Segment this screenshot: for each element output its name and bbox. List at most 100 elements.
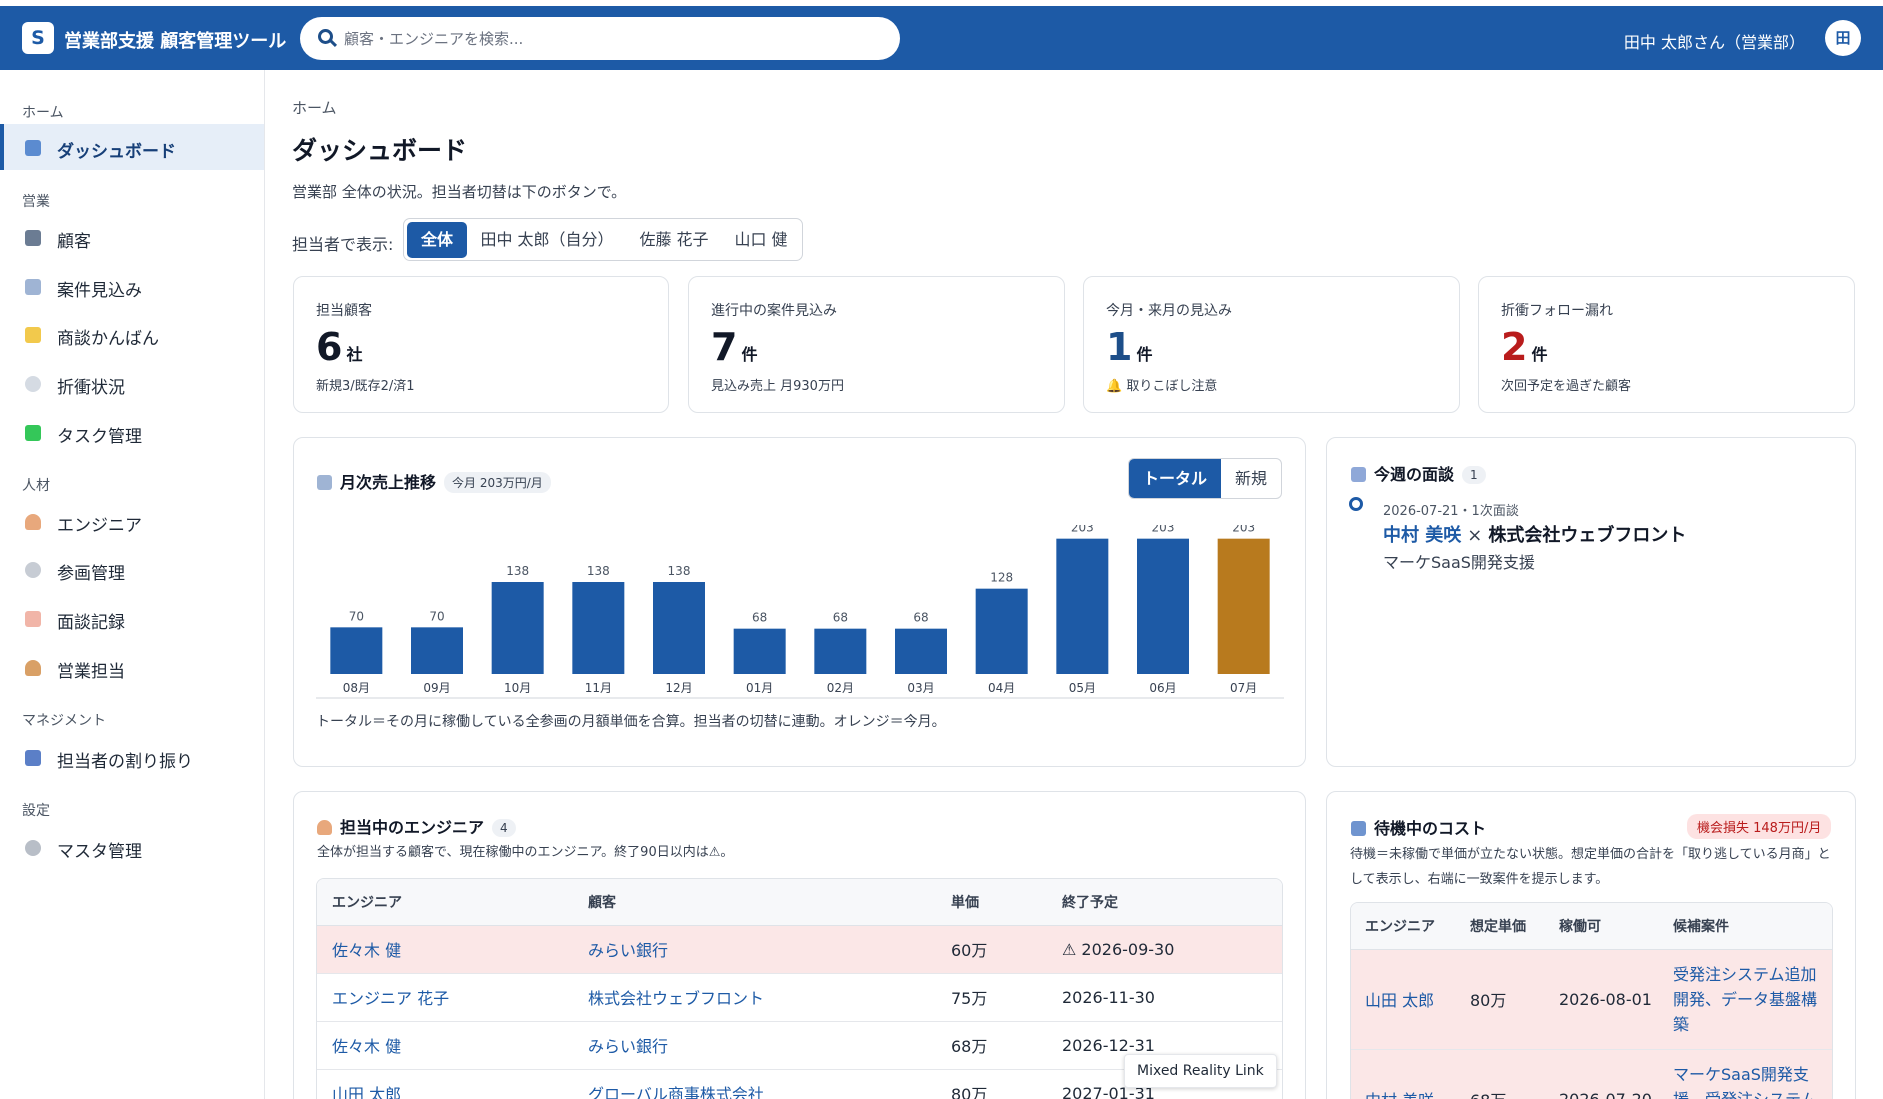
engineer-link[interactable]: 佐々木 健 xyxy=(317,925,573,974)
tooltip: Mixed Reality Link xyxy=(1124,1054,1277,1088)
sidebar-item-dashboard[interactable]: ダッシュボード xyxy=(0,124,264,170)
column-header[interactable]: 単価 xyxy=(936,879,1047,926)
expected-price-cell: 80万 xyxy=(1456,949,1545,1050)
rep-filter-yamaguchi[interactable]: 山口 健 xyxy=(724,222,798,258)
meeting-count-badge: 1 xyxy=(1462,466,1486,484)
column-header[interactable]: エンジニア xyxy=(317,879,573,926)
sidebar-item-negotiations[interactable]: 折衝状況 xyxy=(0,360,264,406)
sidebar-item-engineers[interactable]: エンジニア xyxy=(0,498,264,544)
sidebar-item-rep-allocation[interactable]: 担当者の割り振り xyxy=(0,734,264,780)
engineer-link[interactable]: 中村 美咲 xyxy=(1351,1049,1456,1099)
chart-bar[interactable] xyxy=(653,582,705,674)
sidebar-item-label: 顧客 xyxy=(57,232,91,252)
sidebar-section-sales: 営業 xyxy=(22,194,50,210)
meeting-title[interactable]: 中村 美咲 × 株式会社ウェブフロント xyxy=(1383,521,1686,547)
sidebar-item-tasks[interactable]: タスク管理 xyxy=(0,409,264,455)
sidebar-item-label: 担当者の割り振り xyxy=(57,752,193,772)
sidebar-item-master-data[interactable]: マスタ管理 xyxy=(0,824,264,870)
kpi-sub: 🔔 取りこぼし注意 xyxy=(1106,379,1218,394)
sidebar-item-assignments[interactable]: 参画管理 xyxy=(0,546,264,592)
rep-filter: 全体 田中 太郎（自分） 佐藤 花子 山口 健 xyxy=(403,218,803,261)
chart-x-tick-label: 03月 xyxy=(907,681,934,695)
chart-bar[interactable] xyxy=(572,582,625,674)
kpi-card-this-next-month[interactable]: 今月・来月の見込み 1件 🔔 取りこぼし注意 xyxy=(1083,276,1460,413)
column-header[interactable]: 終了予定 xyxy=(1047,879,1282,926)
sidebar-item-sales-reps[interactable]: 営業担当 xyxy=(0,644,264,690)
client-link[interactable]: みらい銀行 xyxy=(573,1021,936,1070)
table-row[interactable]: 山田 太郎 80万 2026-08-01 受発注システム追加開発、データ基盤構築 xyxy=(1351,949,1832,1050)
candidate-projects-link[interactable]: 受発注システム追加開発、データ基盤構築 xyxy=(1659,949,1832,1050)
engineer-count-badge: 4 xyxy=(492,819,516,837)
monthly-sales-title: 月次売上推移 今月 203万円/月 xyxy=(317,469,551,493)
weekly-meetings-title: 今週の面談 1 xyxy=(1351,461,1486,485)
chart-bar[interactable] xyxy=(1137,538,1189,674)
chart-bar[interactable] xyxy=(330,627,383,674)
column-header[interactable]: 候補案件 xyxy=(1659,903,1832,950)
sidebar-item-interview-records[interactable]: 面談記録 xyxy=(0,595,264,641)
candidate-projects-link[interactable]: マーケSaaS開発支援、受発注システム追加開発 xyxy=(1659,1049,1832,1099)
gear-icon xyxy=(25,840,41,856)
chart-x-tick-label: 04月 xyxy=(988,681,1015,695)
app-logo[interactable]: S xyxy=(22,22,54,54)
sidebar-section-people: 人材 xyxy=(22,478,50,494)
speech-bubble-icon xyxy=(25,376,41,392)
kpi-value: 2件 xyxy=(1501,325,1548,369)
engineer-link[interactable]: 佐々木 健 xyxy=(317,1021,573,1070)
meeting-company[interactable]: 株式会社ウェブフロント xyxy=(1488,525,1686,546)
person-icon xyxy=(25,514,41,530)
table-row[interactable]: 中村 美咲 68万 2026-07-20 マーケSaaS開発支援、受発注システム… xyxy=(1351,1049,1832,1099)
sidebar-section-settings: 設定 xyxy=(22,803,50,819)
chart-bar[interactable] xyxy=(895,628,947,674)
engineer-link[interactable]: エンジニア 花子 xyxy=(317,973,573,1022)
current-user-name[interactable]: 田中 太郎さん（営業部） xyxy=(1624,29,1805,53)
chart-data-label: 203 xyxy=(1232,525,1255,535)
app-title[interactable]: 営業部支援 顧客管理ツール xyxy=(64,27,286,53)
toggle-total[interactable]: トータル xyxy=(1129,459,1221,498)
column-header[interactable]: 顧客 xyxy=(573,879,936,926)
client-link[interactable]: 株式会社ウェブフロント xyxy=(573,973,936,1022)
user-avatar[interactable]: 田 xyxy=(1825,20,1861,56)
engineer-link[interactable]: 山田 太郎 xyxy=(317,1069,573,1099)
chart-x-tick-label: 09月 xyxy=(423,681,450,695)
breadcrumb[interactable]: ホーム xyxy=(292,97,337,118)
sidebar-item-label: エンジニア xyxy=(57,516,142,536)
chart-data-label: 203 xyxy=(1071,525,1094,535)
chart-bar[interactable] xyxy=(491,582,544,674)
kpi-sub: 新規3/既存2/済1 xyxy=(316,379,415,394)
rep-filter-sato[interactable]: 佐藤 花子 xyxy=(630,222,718,258)
column-header[interactable]: エンジニア xyxy=(1351,903,1456,950)
chart-bar[interactable] xyxy=(1056,538,1109,674)
sidebar-item-label: マスタ管理 xyxy=(57,842,142,862)
rep-filter-tanaka[interactable]: 田中 太郎（自分） xyxy=(472,222,622,258)
search-icon xyxy=(318,29,333,44)
kpi-card-prospects[interactable]: 進行中の案件見込み 7件 見込み売上 月930万円 xyxy=(688,276,1065,413)
global-search[interactable] xyxy=(300,17,900,60)
column-header[interactable]: 稼働可 xyxy=(1545,903,1659,950)
meeting-engineer[interactable]: 中村 美咲 xyxy=(1383,525,1461,546)
chart-bar[interactable] xyxy=(411,627,463,674)
engineer-link[interactable]: 山田 太郎 xyxy=(1351,949,1456,1050)
sidebar-item-label: 営業担当 xyxy=(57,662,125,682)
sidebar-item-customers[interactable]: 顧客 xyxy=(0,214,264,260)
toggle-new[interactable]: 新規 xyxy=(1221,459,1281,498)
chart-bar[interactable] xyxy=(814,628,867,674)
search-input[interactable] xyxy=(344,17,884,60)
chart-bar[interactable] xyxy=(975,588,1028,674)
chart-bar[interactable] xyxy=(1217,538,1270,674)
table-row[interactable]: 佐々木 健 みらい銀行 60万 ⚠ 2026-09-30 xyxy=(317,925,1282,974)
chart-x-tick-label: 08月 xyxy=(343,681,370,695)
kpi-card-customers[interactable]: 担当顧客 6社 新規3/既存2/済1 xyxy=(293,276,669,413)
sidebar-item-deal-kanban[interactable]: 商談かんばん xyxy=(0,311,264,357)
chart-data-label: 70 xyxy=(429,609,444,623)
sidebar-item-prospects[interactable]: 案件見込み xyxy=(0,263,264,309)
table-row[interactable]: エンジニア 花子 株式会社ウェブフロント 75万 2026-11-30 xyxy=(317,973,1282,1022)
client-link[interactable]: グローバル商事株式会社 xyxy=(573,1069,936,1099)
kpi-card-followup-missed[interactable]: 折衝フォロー漏れ 2件 次回予定を過ぎた顧客 xyxy=(1478,276,1855,413)
chart-x-tick-label: 11月 xyxy=(585,681,612,695)
rep-filter-all[interactable]: 全体 xyxy=(407,222,467,258)
standby-cost-title: 待機中のコスト xyxy=(1351,815,1486,839)
column-header[interactable]: 想定単価 xyxy=(1456,903,1545,950)
chart-bar[interactable] xyxy=(733,628,786,674)
client-link[interactable]: みらい銀行 xyxy=(573,925,936,974)
chart-x-tick-label: 05月 xyxy=(1069,681,1096,695)
